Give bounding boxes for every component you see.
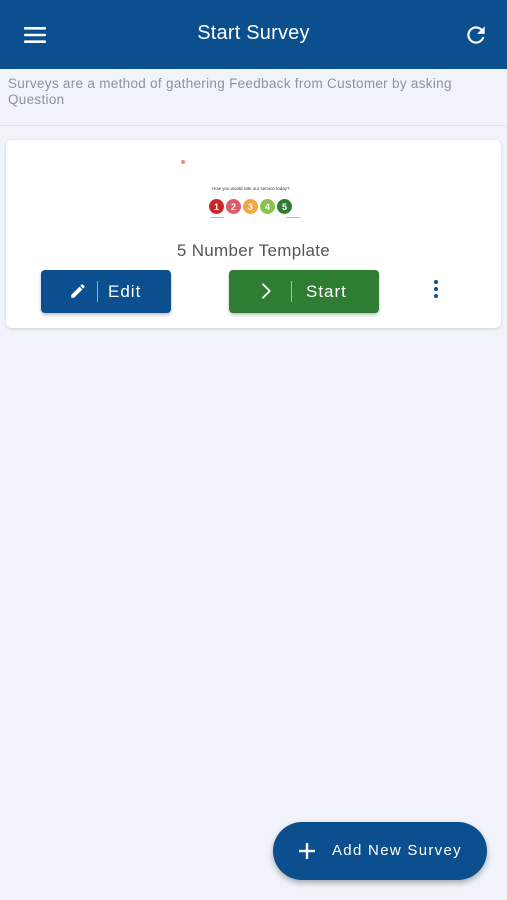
page-description: Surveys are a method of gathering Feedba… xyxy=(8,76,452,107)
start-button[interactable]: Start xyxy=(229,270,379,313)
thumbnail-question: How you would rate our service today? xyxy=(212,186,290,191)
divider xyxy=(0,125,507,126)
button-separator xyxy=(97,281,98,302)
survey-name: 5 Number Template xyxy=(176,241,331,260)
rating-circle-4: 4 xyxy=(260,199,275,214)
app-bar: Start Survey xyxy=(0,0,507,69)
rating-circle-2: 2 xyxy=(226,199,241,214)
thumbnail-logo-icon xyxy=(181,160,185,164)
add-new-survey-label: Add New Survey xyxy=(332,842,462,859)
add-new-survey-button[interactable]: Add New Survey xyxy=(273,822,487,880)
button-separator xyxy=(291,281,292,302)
edit-button[interactable]: Edit xyxy=(41,270,171,313)
page-title: Start Survey xyxy=(197,22,310,44)
rating-circle-3: 3 xyxy=(243,199,258,214)
refresh-icon[interactable] xyxy=(463,22,489,48)
app-screen: Start Survey Surveys are a method of gat… xyxy=(0,0,507,900)
start-button-label: Start xyxy=(306,282,347,301)
edit-button-label: Edit xyxy=(108,282,142,301)
plus-icon xyxy=(298,842,316,860)
survey-card[interactable]: How you would rate our service today? 1 … xyxy=(6,140,501,328)
survey-thumbnail: How you would rate our service today? 1 … xyxy=(176,154,316,224)
thumbnail-caption-right xyxy=(286,217,300,218)
chevron-right-icon xyxy=(257,282,275,300)
more-vertical-icon[interactable] xyxy=(430,280,442,306)
thumbnail-caption-left xyxy=(210,217,224,218)
rating-circle-1: 1 xyxy=(209,199,224,214)
rating-circle-5: 5 xyxy=(277,199,292,214)
pencil-icon xyxy=(69,282,87,300)
thumbnail-rating-scale: 1 2 3 4 5 xyxy=(209,199,292,214)
